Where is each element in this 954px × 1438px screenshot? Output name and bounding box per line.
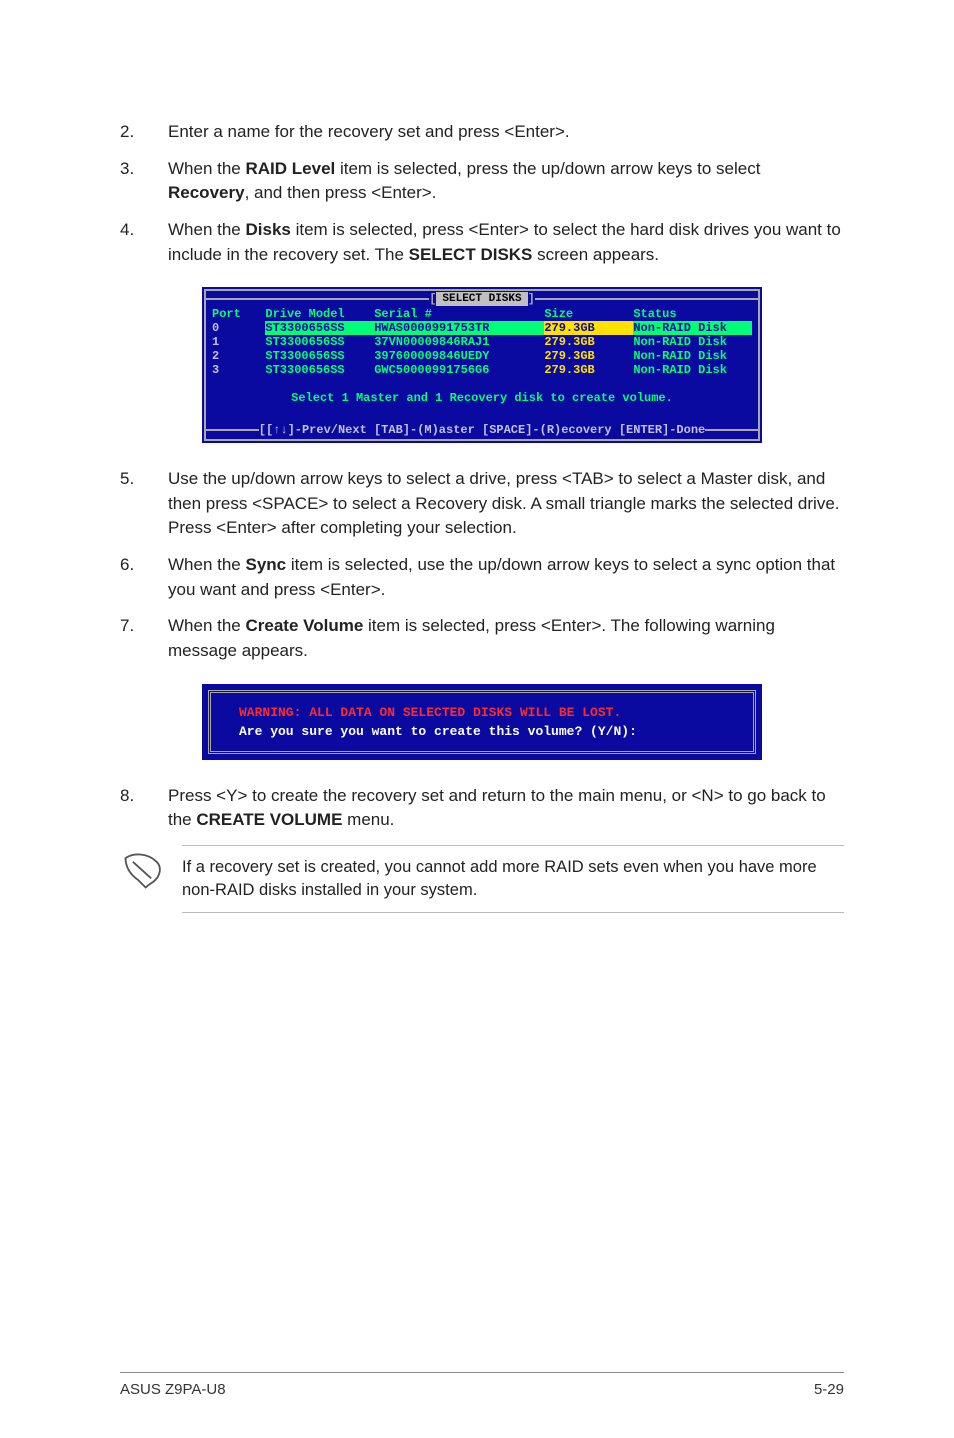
bios-serial: HWAS0000991753TR [374, 321, 544, 335]
bios-status: Non-RAID Disk [633, 363, 752, 377]
bios-model: ST3300656SS [265, 363, 374, 377]
bios-status: Non-RAID Disk [633, 321, 752, 335]
steps-group-a: 2. Enter a name for the recovery set and … [120, 120, 844, 267]
bios-model: ST3300656SS [265, 335, 374, 349]
step-number: 6. [120, 553, 142, 602]
bios-model: ST3300656SS [265, 321, 374, 335]
brackets: [ [429, 292, 436, 306]
step-item: 8. Press <Y> to create the recovery set a… [120, 784, 844, 833]
bios-status: Non-RAID Disk [633, 335, 752, 349]
bios-port: 2 [212, 349, 230, 363]
bios-disk-row: 2 ST3300656SS397600009846UEDY279.3GBNon-R… [212, 349, 752, 363]
bios-port: 1 [212, 335, 230, 349]
bios-serial: 397600009846UEDY [374, 349, 544, 363]
note-block: If a recovery set is created, you cannot… [120, 845, 844, 913]
bios-select-disks-screen: [ SELECT DISKS ] Port Drive Model Serial… [202, 287, 762, 443]
bios-disk-row: 1 ST3300656SS37VN00009846RAJ1279.3GBNon-R… [212, 335, 752, 349]
bios-serial: 37VN00009846RAJ1 [374, 335, 544, 349]
step-item: 2. Enter a name for the recovery set and … [120, 120, 844, 145]
step-text: When the Create Volume item is selected,… [168, 614, 844, 663]
bios-warning-dialog: WARNING: ALL DATA ON SELECTED DISKS WILL… [202, 684, 762, 760]
bios-serial: GWC50000991756G6 [374, 363, 544, 377]
bios-title: SELECT DISKS [436, 292, 527, 306]
warning-line-2: Are you sure you want to create this vol… [239, 724, 725, 739]
footer-right: 5-29 [814, 1381, 844, 1398]
step-number: 8. [120, 784, 142, 833]
footer-left: ASUS Z9PA-U8 [120, 1381, 226, 1398]
note-text: If a recovery set is created, you cannot… [182, 845, 844, 913]
warning-line-1: WARNING: ALL DATA ON SELECTED DISKS WILL… [239, 705, 725, 720]
page-footer: ASUS Z9PA-U8 5-29 [120, 1372, 844, 1398]
step-text: Press <Y> to create the recovery set and… [168, 784, 844, 833]
step-text: When the RAID Level item is selected, pr… [168, 157, 844, 206]
bios-size: 279.3GB [544, 335, 633, 349]
bios-message: Select 1 Master and 1 Recovery disk to c… [212, 377, 752, 415]
steps-group-b: 5. Use the up/down arrow keys to select a… [120, 467, 844, 663]
step-text: Use the up/down arrow keys to select a d… [168, 467, 844, 541]
bios-size: 279.3GB [544, 349, 633, 363]
note-icon [120, 845, 164, 898]
steps-group-c: 8. Press <Y> to create the recovery set a… [120, 784, 844, 833]
bios-port: 0 [212, 321, 230, 335]
step-number: 3. [120, 157, 142, 206]
step-number: 7. [120, 614, 142, 663]
step-item: 4. When the Disks item is selected, press… [120, 218, 844, 267]
step-item: 6. When the Sync item is selected, use th… [120, 553, 844, 602]
step-item: 3. When the RAID Level item is selected, … [120, 157, 844, 206]
bios-disk-row: 3 ST3300656SSGWC50000991756G6279.3GBNon-R… [212, 363, 752, 377]
bios-header-row: Port Drive Model Serial # Size Status [212, 307, 752, 321]
bios-size: 279.3GB [544, 321, 633, 335]
step-number: 4. [120, 218, 142, 267]
step-item: 7. When the Create Volume item is selecte… [120, 614, 844, 663]
step-text: Enter a name for the recovery set and pr… [168, 120, 570, 145]
bios-footer-help: [[↑↓]-Prev/Next [TAB]-(M)aster [SPACE]-(… [259, 421, 705, 439]
bios-status: Non-RAID Disk [633, 349, 752, 363]
step-number: 5. [120, 467, 142, 541]
bios-port: 3 [212, 363, 230, 377]
step-item: 5. Use the up/down arrow keys to select a… [120, 467, 844, 541]
step-number: 2. [120, 120, 142, 145]
bios-disk-row: 0 ST3300656SSHWAS0000991753TR279.3GBNon-R… [212, 321, 752, 335]
step-text: When the Disks item is selected, press <… [168, 218, 844, 267]
brackets: ] [528, 292, 535, 306]
step-text: When the Sync item is selected, use the … [168, 553, 844, 602]
bios-model: ST3300656SS [265, 349, 374, 363]
bios-size: 279.3GB [544, 363, 633, 377]
